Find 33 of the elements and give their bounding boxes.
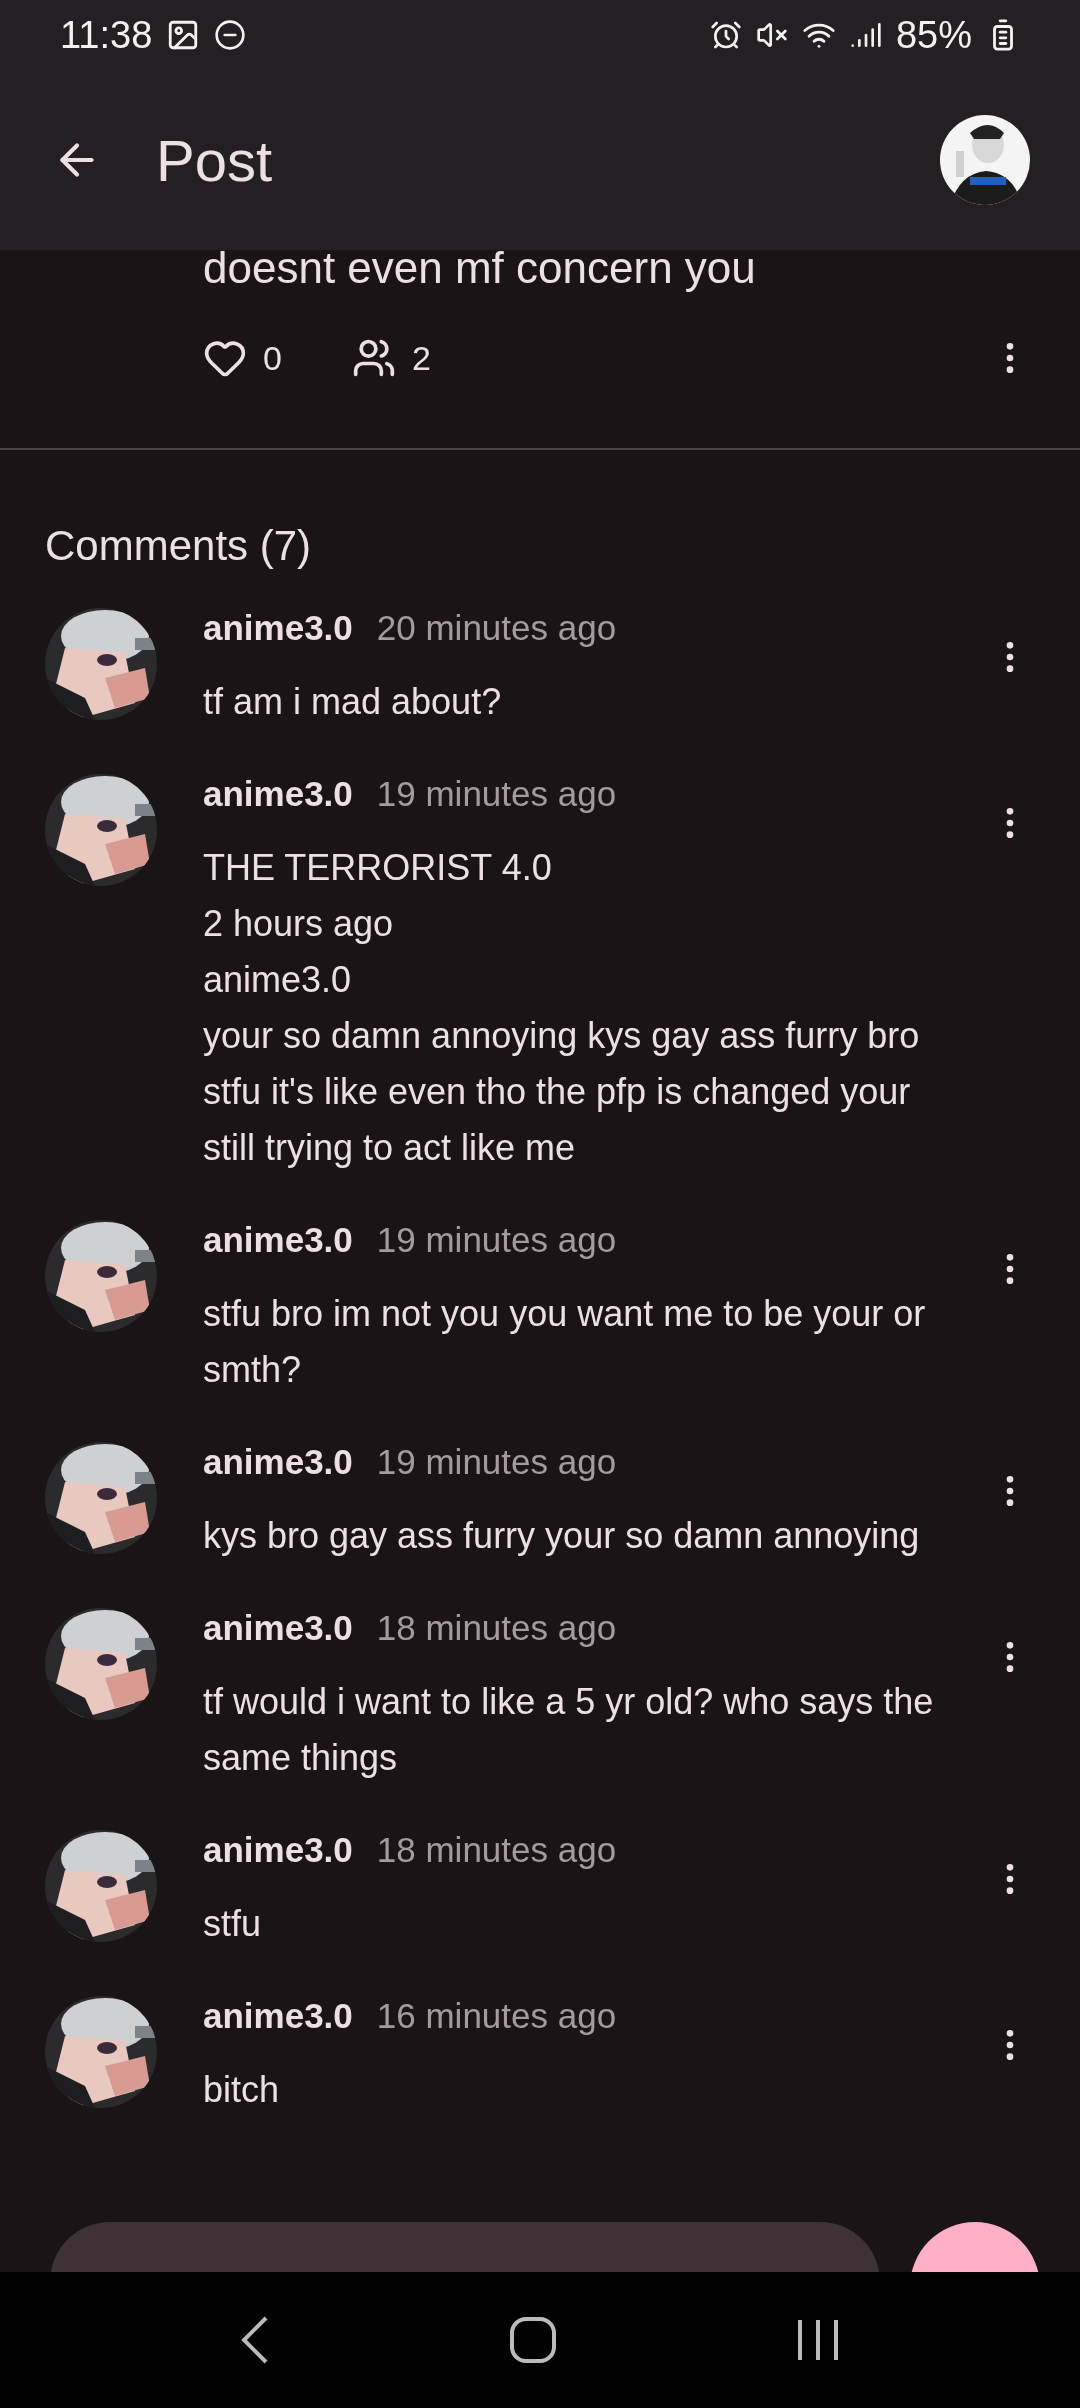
recents-nav-icon[interactable] xyxy=(796,2318,841,2362)
home-nav-icon[interactable] xyxy=(509,2316,557,2364)
comment-text: tf am i mad about? xyxy=(203,680,503,724)
comment-author[interactable]: anime3.0 xyxy=(203,774,353,814)
comment-time: 20 minutes ago xyxy=(376,608,617,648)
comment-author[interactable]: anime3.0 xyxy=(203,1442,353,1482)
comment-time: 19 minutes ago xyxy=(376,774,617,814)
comment-author[interactable]: anime3.0 xyxy=(203,1220,353,1260)
comment-text: stfu bro im not you you want me to be your or smth? xyxy=(203,1292,927,1392)
alarm-icon xyxy=(709,19,742,51)
page-title: Post xyxy=(156,126,274,194)
status-time: 11:38 xyxy=(60,13,153,57)
comment-text: tf would i want to like a 5 yr old? who says the same things xyxy=(203,1680,935,1780)
comment-text: bitch xyxy=(203,2068,281,2112)
comment-author[interactable]: anime3.0 xyxy=(203,1608,353,1648)
comment-author[interactable]: anime3.0 xyxy=(203,1830,353,1870)
do-not-disturb-icon xyxy=(214,19,247,51)
battery-percent: 85% xyxy=(895,13,972,57)
comment-time: 16 minutes ago xyxy=(376,1996,617,2036)
comment-text: THE TERRORIST 4.0 2 hours ago anime3.0 your so damn annoying kys gay ass furry bro stfu it's like even tho the pfp is changed your still trying to act like me xyxy=(203,846,921,1170)
participants-button[interactable]: 2 xyxy=(351,336,431,380)
comment-time: 18 minutes ago xyxy=(376,1830,617,1870)
comments-heading: Comments (7) xyxy=(45,522,313,570)
comment-time: 19 minutes ago xyxy=(376,1220,617,1260)
comment-time: 18 minutes ago xyxy=(376,1608,617,1648)
comment-time: 19 minutes ago xyxy=(376,1442,617,1482)
comment-text: kys bro gay ass furry your so damn annoying xyxy=(203,1514,921,1558)
back-nav-icon[interactable] xyxy=(239,2315,270,2365)
comment-author[interactable]: anime3.0 xyxy=(203,1996,353,2036)
like-button[interactable]: 0 xyxy=(203,336,282,380)
comment-text: stfu xyxy=(203,1902,263,1946)
post-text: doesnt even mf concern you xyxy=(203,250,757,294)
comment-author[interactable]: anime3.0 xyxy=(203,608,353,648)
